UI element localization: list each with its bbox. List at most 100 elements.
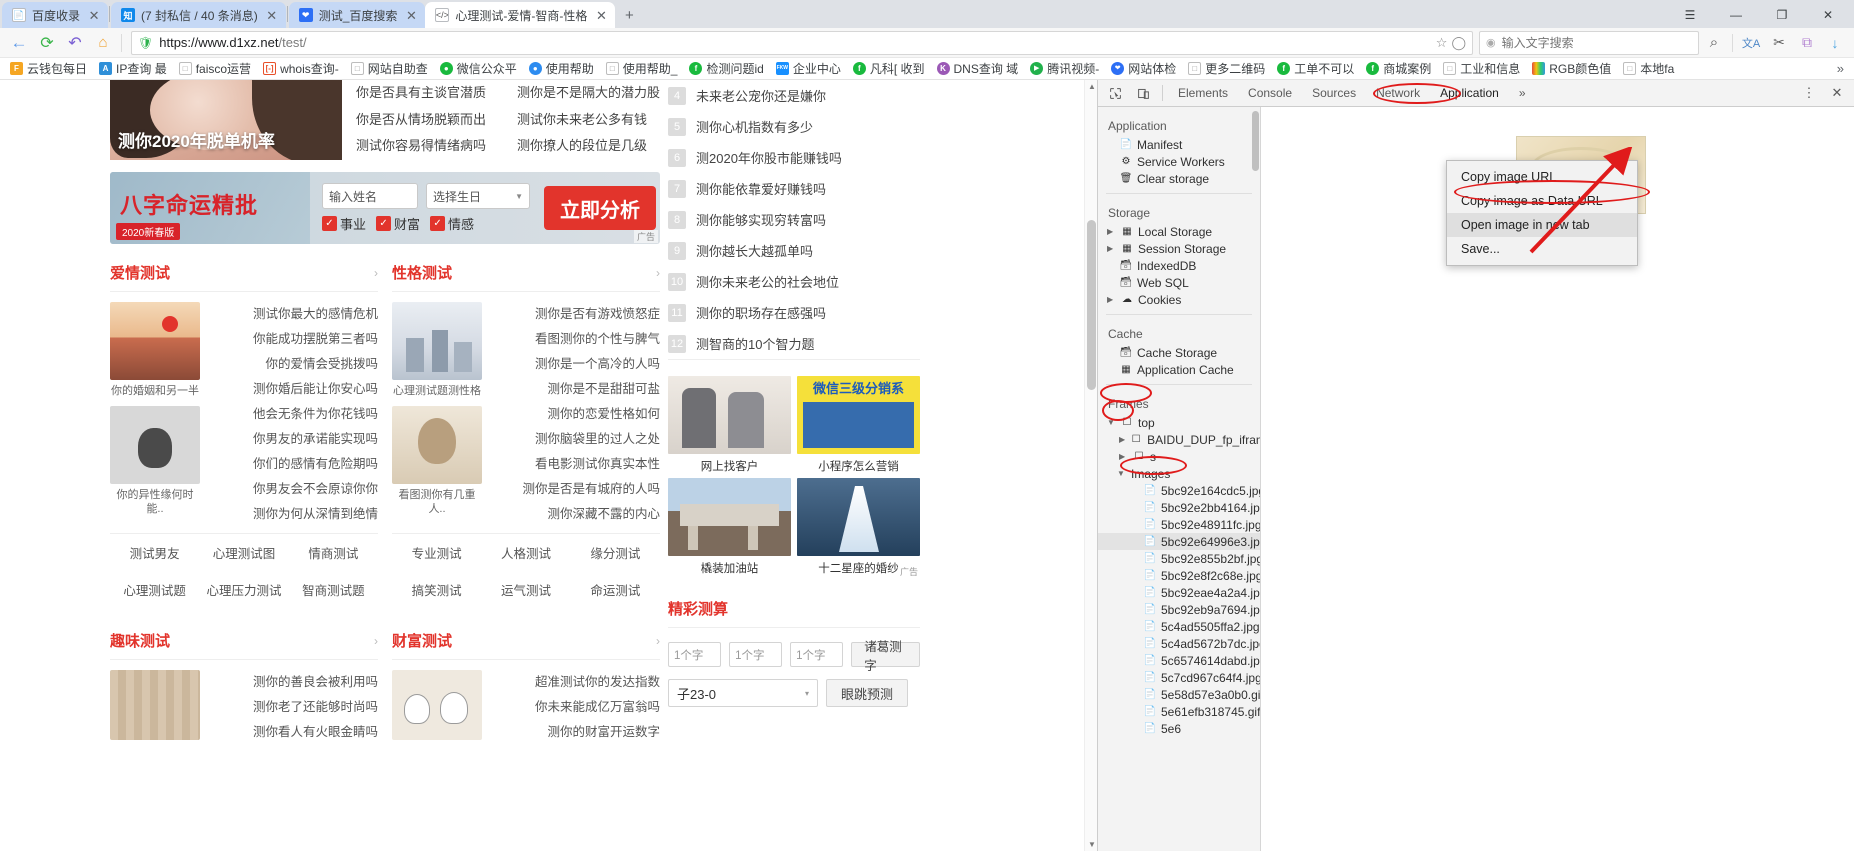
list-item[interactable]: 9测你越长大越孤单吗 xyxy=(668,235,920,266)
tag-link[interactable]: 运气测试 xyxy=(481,571,570,608)
thumbnail-image[interactable] xyxy=(392,670,482,740)
thumbnail-image[interactable] xyxy=(110,670,200,740)
thumbnail-image[interactable] xyxy=(110,406,200,484)
bookmark-item[interactable]: f工单不可以 xyxy=(1271,58,1360,79)
tag-link[interactable]: 心理测试图 xyxy=(199,534,288,571)
browser-tab-3-active[interactable]: </> 心理测试-爱情-智商-性格 ✕ xyxy=(425,2,615,28)
tag-link[interactable]: 缘分测试 xyxy=(571,534,660,571)
card-link[interactable]: 测你看人有火眼金睛吗 xyxy=(210,720,378,745)
tag-link[interactable]: 命运测试 xyxy=(571,571,660,608)
checkbox-wealth[interactable]: ✓财富 xyxy=(376,214,420,233)
translate-icon[interactable]: 文A xyxy=(1738,31,1764,55)
tag-link[interactable]: 搞笑测试 xyxy=(392,571,481,608)
chevron-right-icon[interactable]: › xyxy=(374,266,378,280)
time-select[interactable]: 子23-0 ▾ xyxy=(668,679,818,707)
close-icon[interactable]: ✕ xyxy=(86,7,102,23)
tab-application[interactable]: Application xyxy=(1431,82,1508,104)
bookmark-item[interactable]: f商城案例 xyxy=(1360,58,1437,79)
address-bar[interactable]: 🛡 https://www.d1xz.net/test/ ☆ ◯ xyxy=(131,31,1473,55)
bookmark-star-icon[interactable]: ☆ xyxy=(1436,35,1448,51)
download-icon[interactable]: ↓ xyxy=(1822,31,1848,55)
hero-link[interactable]: 测试你未来老公多有钱 xyxy=(517,107,660,134)
rank-link[interactable]: 测你越长大越孤单吗 xyxy=(696,241,813,260)
sidebar-item-images-group[interactable]: ▼Images xyxy=(1098,465,1260,482)
card-link[interactable]: 超准测试你的发达指数 xyxy=(492,670,660,695)
char-input-3[interactable]: 1个字 xyxy=(790,642,843,667)
hero-link[interactable]: 你是否具有主谈官潜质 xyxy=(356,80,499,107)
card-link[interactable]: 他会无条件为你花钱吗 xyxy=(210,402,378,427)
minimize-button[interactable]: — xyxy=(1714,2,1758,28)
bookmark-item[interactable]: f凡科[ 收到 xyxy=(847,58,931,79)
sidebar-item-clear-storage[interactable]: 🗑Clear storage xyxy=(1098,170,1260,187)
tag-link[interactable]: 测试男友 xyxy=(110,534,199,571)
list-item[interactable]: 📄5e6 xyxy=(1098,720,1260,737)
card-link[interactable]: 你能成功摆脱第三者吗 xyxy=(210,327,378,352)
hero-link[interactable]: 测你是不是隔大的潜力股 xyxy=(517,80,660,107)
chevron-down-icon[interactable]: ▼ xyxy=(1107,418,1116,427)
close-icon[interactable]: ✕ xyxy=(1824,82,1850,104)
bookmark-item[interactable]: □网站自助查 xyxy=(345,58,434,79)
menu-item-save[interactable]: Save... xyxy=(1447,237,1637,261)
search-icon[interactable]: ⌕ xyxy=(1701,31,1727,55)
chevron-right-icon[interactable]: › xyxy=(656,634,660,648)
card-link[interactable]: 你男友的承诺能实现吗 xyxy=(210,427,378,452)
more-tabs-icon[interactable]: » xyxy=(1510,82,1535,104)
rank-link[interactable]: 测智商的10个智力题 xyxy=(696,334,814,353)
list-item[interactable]: 12测智商的10个智力题 xyxy=(668,328,920,359)
card-link[interactable]: 看图测你的个性与脾气 xyxy=(492,327,660,352)
card-link[interactable]: 测你脑袋里的过人之处 xyxy=(492,427,660,452)
card-link[interactable]: 测你是否是有城府的人吗 xyxy=(492,477,660,502)
zhuge-measure-button[interactable]: 诸葛测字 xyxy=(851,642,920,667)
chevron-right-icon[interactable]: ▶ xyxy=(1107,295,1116,304)
card-link[interactable]: 你未来能成亿万富翁吗 xyxy=(492,695,660,720)
card-link[interactable]: 你们的感情有危险期吗 xyxy=(210,452,378,477)
close-icon[interactable]: ✕ xyxy=(403,7,419,23)
ad-image[interactable] xyxy=(668,478,791,556)
bookmark-item[interactable]: ❤网站体检 xyxy=(1105,58,1182,79)
bookmark-item[interactable]: KDNS查询 域 xyxy=(931,58,1025,79)
reload-icon[interactable]: ⟳ xyxy=(34,31,60,55)
char-input-1[interactable]: 1个字 xyxy=(668,642,721,667)
rank-link[interactable]: 测你能依靠爱好赚钱吗 xyxy=(696,179,826,198)
browser-tab-0[interactable]: 📄 百度收录 ✕ xyxy=(2,2,108,28)
card-link[interactable]: 看电影测试你真实本性 xyxy=(492,452,660,477)
chevron-down-icon[interactable]: ▼ xyxy=(1117,469,1126,478)
sidebar-item-session-storage[interactable]: ▶▦Session Storage xyxy=(1098,240,1260,257)
sidebar-item-manifest[interactable]: 📄Manifest xyxy=(1098,136,1260,153)
rank-link[interactable]: 测你未来老公的社会地位 xyxy=(696,272,839,291)
rank-link[interactable]: 测你能够实现穷转富吗 xyxy=(696,210,826,229)
list-item[interactable]: 📄5c4ad5505ffa2.jpg xyxy=(1098,618,1260,635)
bookmark-item[interactable]: ●微信公众平 xyxy=(434,58,523,79)
bookmark-item[interactable]: □本地fa xyxy=(1617,58,1680,79)
back-icon[interactable]: ← xyxy=(6,31,32,55)
bookmark-item[interactable]: f检测问题id xyxy=(683,58,769,79)
ad-image[interactable]: 微信三级分销系 xyxy=(797,376,920,454)
list-item[interactable]: 📄5bc92e855b2bf.jpg xyxy=(1098,550,1260,567)
card-link[interactable]: 测你老了还能够时尚吗 xyxy=(210,695,378,720)
hero-link[interactable]: 你是否从情场脱颖而出 xyxy=(356,107,499,134)
tab-elements[interactable]: Elements xyxy=(1169,82,1237,104)
sidebar-scrollbar-thumb[interactable] xyxy=(1252,111,1259,171)
browser-tab-1[interactable]: 知 (7 封私信 / 40 条消息) ✕ xyxy=(111,2,286,28)
sidebar-item-web-sql[interactable]: 🗃Web SQL xyxy=(1098,274,1260,291)
sidebar-item-cookies[interactable]: ▶☁Cookies xyxy=(1098,291,1260,308)
search-box[interactable]: ◉ xyxy=(1479,31,1699,55)
name-input[interactable]: 输入姓名 xyxy=(322,183,418,209)
checkbox-emotion[interactable]: ✓情感 xyxy=(430,214,474,233)
list-item[interactable]: 10测你未来老公的社会地位 xyxy=(668,266,920,297)
chevron-right-icon[interactable]: ▶ xyxy=(1107,244,1116,253)
list-item[interactable]: 7测你能依靠爱好赚钱吗 xyxy=(668,173,920,204)
card-link[interactable]: 测你深藏不露的内心 xyxy=(492,502,660,527)
list-item[interactable]: 📄5bc92e48911fc.jpg xyxy=(1098,516,1260,533)
hero-link[interactable]: 测试你容易得情绪病吗 xyxy=(356,133,499,160)
browser-menu-icon[interactable]: ☰ xyxy=(1668,2,1712,28)
card-link[interactable]: 测你婚后能让你安心吗 xyxy=(210,377,378,402)
menu-item-copy-image-url[interactable]: Copy image URL xyxy=(1447,165,1637,189)
bookmark-item[interactable]: ●使用帮助 xyxy=(523,58,600,79)
extensions-icon[interactable]: ⧉ xyxy=(1794,31,1820,55)
scroll-up-icon[interactable]: ▲ xyxy=(1088,82,1096,91)
bookmark-item[interactable]: □更多二维码 xyxy=(1182,58,1271,79)
inspect-icon[interactable] xyxy=(1102,82,1128,104)
bookmark-item[interactable]: □faisco运营 xyxy=(173,58,257,79)
list-item[interactable]: 11测你的职场存在感强吗 xyxy=(668,297,920,328)
